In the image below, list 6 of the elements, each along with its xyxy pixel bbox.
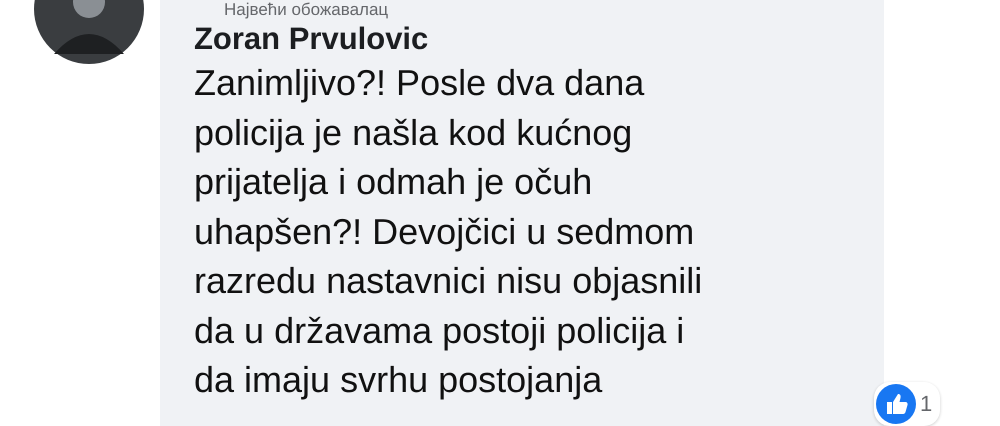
- thumbs-up-icon: [876, 384, 916, 424]
- fan-label: Највећи обожавалац: [224, 0, 388, 20]
- reaction-count: 1: [920, 391, 932, 417]
- comment-text: Zanimljivo?! Posle dva dana policija je našla kod kućnog prijatelja i odmah je očuh uhapšen?! Devojčici u sedmom razredu nastavnici nisu objasnili da u državama postoji policija i da imaju svrhu postojanja: [194, 61, 704, 402]
- reaction-badge[interactable]: 1: [874, 382, 940, 426]
- author-name[interactable]: Zoran Prvulovic: [194, 20, 428, 58]
